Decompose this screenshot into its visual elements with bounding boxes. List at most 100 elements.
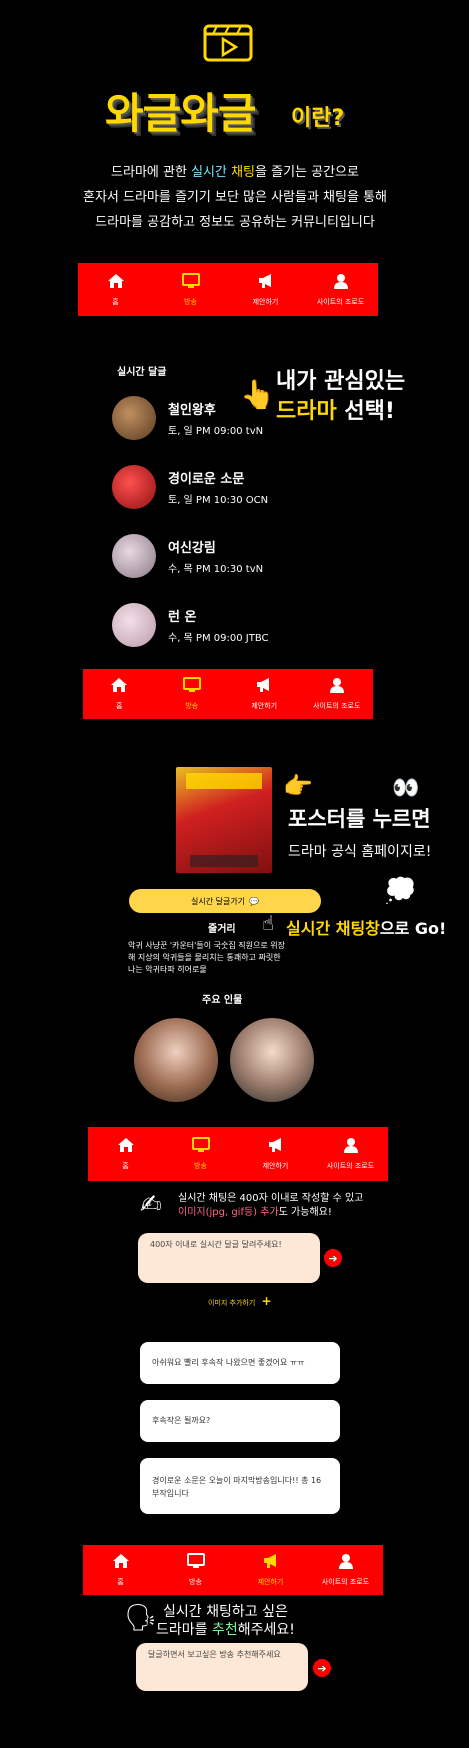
user-icon — [342, 1137, 360, 1157]
nav-label: 방송 — [184, 297, 197, 306]
nav-label: 방송 — [189, 1578, 202, 1586]
nav-item-0[interactable]: 홈 — [78, 263, 153, 316]
drama-poster[interactable] — [112, 534, 156, 578]
chat-message: 후속작은 될까요? — [140, 1400, 340, 1442]
nav-item-3[interactable]: 사이트의 조로도 — [303, 263, 378, 316]
nav-label: 제안하기 — [257, 1578, 284, 1586]
nav-item-3[interactable]: 사이트의 조로도 — [313, 1127, 388, 1181]
megaphone-icon — [255, 677, 273, 697]
nav-label: 사이트의 조로도 — [326, 1162, 375, 1170]
callout-select-drama: 내가 관심있는 드라마 선택! — [276, 369, 406, 424]
nav-label: 방송 — [194, 1162, 207, 1170]
drama-title: 여신강림 — [168, 541, 216, 556]
drama-time: 수, 목 PM 10:30 tvN — [168, 564, 264, 575]
intro-line: 혼자서 드라마를 즐기기 보단 많은 사람들과 채팅을 통해 — [82, 190, 387, 205]
nav-bar: 홈 방송 제안하기 사이트의 조로도 — [83, 669, 373, 719]
intro-line: 드라마를 공감하고 정보도 공유하는 커뮤니티입니다 — [95, 215, 375, 230]
nav-label: 홈 — [112, 297, 119, 306]
nav-item-0[interactable]: 홈 — [83, 1545, 158, 1595]
nav-item-1[interactable]: 방송 — [158, 1545, 233, 1595]
send-button[interactable]: ➔ — [313, 1659, 331, 1677]
eyes-icon: 👀 — [392, 776, 420, 801]
chat-message: 아쉬워요 빨리 후속작 나왔으면 좋겠어요 ㅠㅠ — [140, 1342, 340, 1384]
thought-cloud-icon: 💭 — [384, 876, 417, 906]
chat-bubble-icon: 💬 — [249, 896, 260, 906]
nav-item-1[interactable]: 방송 — [163, 1127, 238, 1181]
cast-photo[interactable] — [134, 1018, 218, 1102]
home-icon — [110, 677, 128, 697]
nav-item-0[interactable]: 홈 — [83, 669, 156, 719]
pointing-hand-icon: 👆 — [240, 378, 275, 411]
drama-item[interactable]: 여신강림 수, 목 PM 10:30 tvN — [112, 532, 332, 580]
nav-label: 제안하기 — [252, 297, 279, 306]
nav-item-2[interactable]: 제안하기 — [228, 263, 303, 316]
megaphone-icon — [262, 1553, 280, 1573]
chat-input[interactable]: 400자 이내로 실시간 달글 달려주세요! — [138, 1233, 320, 1283]
nav-item-2[interactable]: 제안하기 — [238, 1127, 313, 1181]
tv-icon — [182, 677, 201, 697]
suggest-callout: 실시간 채팅하고 싶은 드라마를 추천해주세요! — [156, 1604, 295, 1638]
home-icon — [107, 273, 125, 293]
nav-item-3[interactable]: 사이트의 조로도 — [301, 669, 374, 719]
nav-label: 제안하기 — [251, 702, 278, 710]
nav-label: 사이트의 조로도 — [321, 1578, 370, 1586]
drama-title: 경이로운 소문 — [168, 472, 245, 487]
drama-poster[interactable] — [112, 396, 156, 440]
nav-label: 사이트의 조로도 — [313, 702, 361, 710]
nav-item-1[interactable]: 방송 — [156, 669, 229, 719]
live-chat-button[interactable]: 실시간 달글가기 💬 — [129, 889, 321, 913]
nav-label: 사이트의 조로도 — [316, 297, 365, 306]
user-icon — [332, 273, 350, 293]
drama-time: 수, 목 PM 09:00 JTBC — [168, 633, 269, 644]
tv-icon — [186, 1553, 205, 1573]
callout-poster: 포스터를 누르면 드라마 공식 홈페이지로! — [288, 807, 432, 860]
cast-photo[interactable] — [230, 1018, 314, 1102]
synopsis-label: 줄거리 — [208, 924, 236, 935]
cast-label: 주요 인물 — [202, 995, 243, 1006]
nav-label: 홈 — [117, 1578, 124, 1586]
suggest-input[interactable]: 달글하면서 보고싶은 방송 추천해주세요 — [136, 1643, 308, 1691]
nav-label: 홈 — [116, 702, 123, 710]
chat-message: 경이로운 소문은 오늘이 마지막방송입니다!! 총 16부작입니다 — [140, 1458, 340, 1514]
nav-item-2[interactable]: 제안하기 — [228, 669, 301, 719]
chat-instruction: 실시간 채팅은 400자 이내로 작성할 수 있고 이미지(jpg, gif등)… — [178, 1193, 364, 1218]
hand-up-icon: ☝ — [262, 911, 275, 935]
send-button[interactable]: ➔ — [324, 1249, 342, 1267]
drama-time: 토, 일 PM 10:30 OCN — [168, 495, 269, 506]
drama-item[interactable]: 런 온 수, 목 PM 09:00 JTBC — [112, 601, 332, 649]
nav-label: 제안하기 — [262, 1162, 289, 1170]
section-label-live: 실시간 달글 — [117, 367, 167, 378]
pen-writing-icon: ✍ — [140, 1190, 162, 1220]
user-icon — [337, 1553, 355, 1573]
home-icon — [112, 1553, 130, 1573]
nav-item-2[interactable]: 제안하기 — [233, 1545, 308, 1595]
tv-icon — [191, 1137, 210, 1157]
nav-item-0[interactable]: 홈 — [88, 1127, 163, 1181]
home-icon — [117, 1137, 135, 1157]
drama-item[interactable]: 경이로운 소문 토, 일 PM 10:30 OCN — [112, 463, 332, 511]
pointing-hand-icon: 👉 — [283, 772, 313, 800]
drama-poster[interactable] — [112, 603, 156, 647]
synopsis-text: 악귀 사냥꾼 '카운터'들이 국숫집 직원으로 위장해 지상의 악귀들을 물리치… — [128, 941, 285, 974]
add-image-button[interactable]: 이미지 추가하기 + — [208, 1294, 272, 1308]
drama-poster-large[interactable] — [176, 767, 272, 873]
callout-chat: 실시간 채팅창으로 Go! — [286, 919, 447, 938]
drama-title: 런 온 — [168, 610, 197, 625]
intro-line: 드라마에 관한 실시간 채팅을 즐기는 공간으로 — [111, 165, 359, 180]
nav-item-3[interactable]: 사이트의 조로도 — [308, 1545, 383, 1595]
plus-icon: + — [261, 1294, 272, 1308]
nav-item-1[interactable]: 방송 — [153, 263, 228, 316]
nav-bar: 홈 방송 제안하기 사이트의 조로도 — [88, 1127, 388, 1181]
video-play-icon — [203, 24, 253, 62]
page-title-suffix: 이란? — [291, 106, 345, 131]
megaphone-icon — [267, 1137, 285, 1157]
nav-label: 홈 — [122, 1162, 129, 1170]
drama-time: 토, 일 PM 09:00 tvN — [168, 426, 264, 437]
page-title: 와글와글 — [105, 89, 257, 138]
megaphone-icon — [257, 273, 275, 293]
drama-poster[interactable] — [112, 465, 156, 509]
nav-label: 방송 — [185, 702, 199, 710]
tv-icon — [181, 272, 200, 293]
speaking-head-icon: 🗣 — [124, 1603, 158, 1633]
user-icon — [328, 677, 346, 697]
